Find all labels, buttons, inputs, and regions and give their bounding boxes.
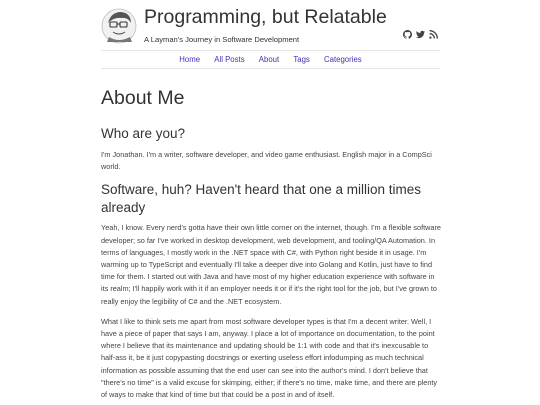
avatar[interactable] (101, 8, 137, 44)
main-nav: Home All Posts About Tags Categories (101, 55, 440, 64)
social-links (403, 26, 438, 39)
nav-tags[interactable]: Tags (293, 55, 309, 64)
site-title[interactable]: Programming, but Relatable (144, 6, 387, 29)
nav-about[interactable]: About (259, 55, 279, 64)
site-header: Programming, but Relatable A Layman's Jo… (101, 6, 441, 50)
rss-icon[interactable] (429, 26, 438, 39)
section-paragraph: What I like to think sets me apart from … (101, 316, 438, 400)
main-content: About Me Who are you? I'm Jonathan. I'm … (101, 86, 441, 405)
page: Programming, but Relatable A Layman's Jo… (0, 0, 540, 405)
github-icon[interactable] (403, 26, 412, 39)
nav-divider-bottom (101, 68, 440, 69)
nav-categories[interactable]: Categories (324, 55, 362, 64)
nav-all-posts[interactable]: All Posts (214, 55, 244, 64)
site-subtitle: A Layman's Journey in Software Developme… (144, 35, 300, 44)
nav-home[interactable]: Home (179, 55, 200, 64)
section-paragraph: Yeah, I know. Every nerd's gotta have th… (101, 223, 441, 306)
section-paragraph: I'm Jonathan. I'm a writer, software dev… (101, 149, 432, 171)
section-heading-software: Software, huh? Haven't heard that one a … (101, 182, 422, 216)
twitter-icon[interactable] (416, 26, 425, 39)
section-heading-who: Who are you? (101, 126, 186, 142)
page-title: About Me (101, 87, 185, 109)
nav-divider-top (101, 50, 440, 51)
